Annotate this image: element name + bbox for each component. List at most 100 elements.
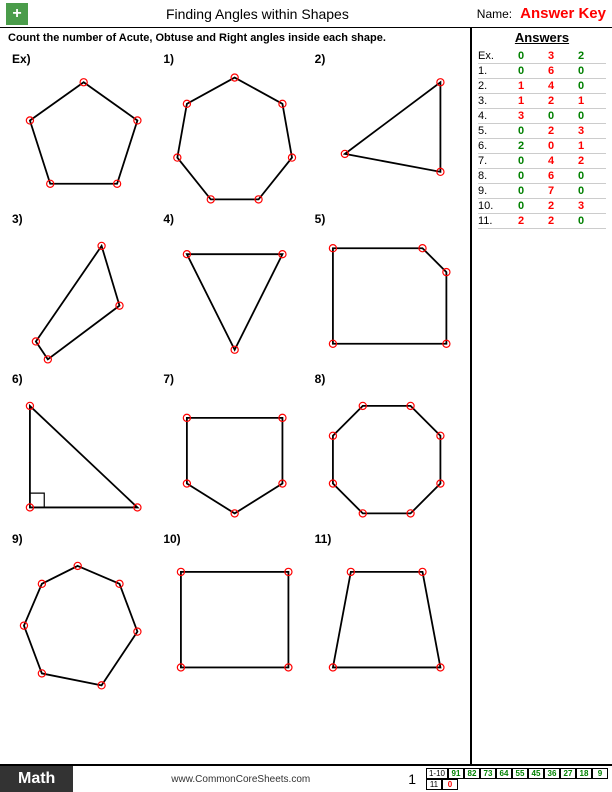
main-container: Count the number of Acute, Obtuse and Ri…	[0, 28, 612, 764]
answer-val-5-1: 2	[536, 125, 566, 137]
math-label: Math	[0, 766, 73, 792]
answer-val-3-1: 2	[536, 95, 566, 107]
shape-cell-4: 4)	[159, 208, 310, 368]
cell-label-2: 2)	[315, 52, 458, 66]
answer-label-6: 6.	[478, 140, 506, 152]
stats-bot-row: 11 0	[426, 779, 608, 790]
answer-val-5-0: 0	[506, 125, 536, 137]
answer-val-3-2: 1	[566, 95, 596, 107]
answer-val-6-2: 1	[566, 140, 596, 152]
shape-grid: Ex) 1)	[8, 48, 462, 688]
answer-row-1: 1.060	[478, 64, 606, 79]
shape-cell-10: 10)	[159, 528, 310, 688]
page-title: Finding Angles within Shapes	[38, 6, 477, 22]
stat-9: 9	[592, 768, 608, 779]
answer-val-7-2: 2	[566, 155, 596, 167]
answer-val-10-2: 3	[566, 200, 596, 212]
work-area: Count the number of Acute, Obtuse and Ri…	[0, 28, 472, 764]
shape-area-7	[163, 388, 306, 531]
shape-cell-1: 1)	[159, 48, 310, 208]
answer-row-2: 2.140	[478, 79, 606, 94]
cell-label-ex: Ex)	[12, 52, 155, 66]
answer-val-2-1: 4	[536, 80, 566, 92]
answer-val-4-2: 0	[566, 110, 596, 122]
answer-val-9-2: 0	[566, 185, 596, 197]
answer-label-0: Ex.	[478, 50, 506, 62]
answer-val-10-1: 2	[536, 200, 566, 212]
cell-label-1: 1)	[163, 52, 306, 66]
shape-area-2	[315, 68, 458, 204]
shape-cell-8: 8)	[311, 368, 462, 528]
stats-top-row: 1-10 91 82 73 64 55 45 36 27 18 9	[426, 768, 608, 779]
answer-row-8: 8.060	[478, 169, 606, 184]
shape-cell-7: 7)	[159, 368, 310, 528]
shape-cell-5: 5)	[311, 208, 462, 368]
stat-45: 45	[528, 768, 544, 779]
stat-total: 11	[426, 779, 442, 790]
answer-label-10: 10.	[478, 200, 506, 212]
cell-label-9: 9)	[12, 532, 155, 546]
answer-row-0: Ex.032	[478, 49, 606, 64]
footer: Math www.CommonCoreSheets.com 1 1-10 91 …	[0, 764, 612, 792]
answer-row-5: 5.023	[478, 124, 606, 139]
shape-cell-11: 11)	[311, 528, 462, 688]
answer-val-6-0: 2	[506, 140, 536, 152]
shape-area-6	[12, 388, 155, 531]
shape-area-11	[315, 548, 458, 691]
answer-val-0-2: 2	[566, 50, 596, 62]
cell-label-11: 11)	[315, 532, 458, 546]
shape-cell-ex: Ex)	[8, 48, 159, 208]
answer-label-4: 4.	[478, 110, 506, 122]
answer-val-1-0: 0	[506, 65, 536, 77]
answer-label-8: 8.	[478, 170, 506, 182]
shape-area-4	[163, 228, 306, 364]
cell-label-3: 3)	[12, 212, 155, 226]
answer-val-3-0: 1	[506, 95, 536, 107]
shape-area-ex	[12, 68, 155, 204]
name-label: Name:	[477, 7, 512, 21]
answer-val-5-2: 3	[566, 125, 596, 137]
answer-val-1-2: 0	[566, 65, 596, 77]
answer-val-11-2: 0	[566, 215, 596, 227]
answer-val-2-2: 0	[566, 80, 596, 92]
answer-row-9: 9.070	[478, 184, 606, 199]
answer-row-3: 3.121	[478, 94, 606, 109]
answer-val-1-1: 6	[536, 65, 566, 77]
cell-label-10: 10)	[163, 532, 306, 546]
stat-27: 27	[560, 768, 576, 779]
answer-val-7-0: 0	[506, 155, 536, 167]
answer-val-0-1: 3	[536, 50, 566, 62]
answer-val-2-0: 1	[506, 80, 536, 92]
stat-0: 0	[442, 779, 458, 790]
shape-cell-2: 2)	[311, 48, 462, 208]
answer-val-8-1: 6	[536, 170, 566, 182]
answer-panel: Answers Ex.0321.0602.1403.1214.3005.0236…	[472, 28, 612, 764]
shape-area-8	[315, 388, 458, 531]
stat-82: 82	[464, 768, 480, 779]
instructions: Count the number of Acute, Obtuse and Ri…	[8, 32, 462, 44]
answer-val-9-1: 7	[536, 185, 566, 197]
stat-range: 1-10	[426, 768, 448, 779]
answer-val-7-1: 4	[536, 155, 566, 167]
cell-label-5: 5)	[315, 212, 458, 226]
cell-label-7: 7)	[163, 372, 306, 386]
cell-label-4: 4)	[163, 212, 306, 226]
shape-area-1	[163, 68, 306, 211]
answer-label-1: 1.	[478, 65, 506, 77]
page-number: 1	[408, 771, 416, 787]
answer-label-7: 7.	[478, 155, 506, 167]
stat-18: 18	[576, 768, 592, 779]
answer-val-11-0: 2	[506, 215, 536, 227]
logo-icon: +	[6, 3, 28, 25]
stat-91: 91	[448, 768, 464, 779]
answer-val-4-0: 3	[506, 110, 536, 122]
cell-label-6: 6)	[12, 372, 155, 386]
answer-val-0-0: 0	[506, 50, 536, 62]
answer-row-4: 4.300	[478, 109, 606, 124]
stat-73: 73	[480, 768, 496, 779]
answer-label-2: 2.	[478, 80, 506, 92]
shape-area-5	[315, 228, 458, 364]
footer-stats: 1-10 91 82 73 64 55 45 36 27 18 9 11 0	[426, 768, 608, 790]
shape-cell-3: 3)	[8, 208, 159, 368]
answers-title: Answers	[478, 30, 606, 45]
